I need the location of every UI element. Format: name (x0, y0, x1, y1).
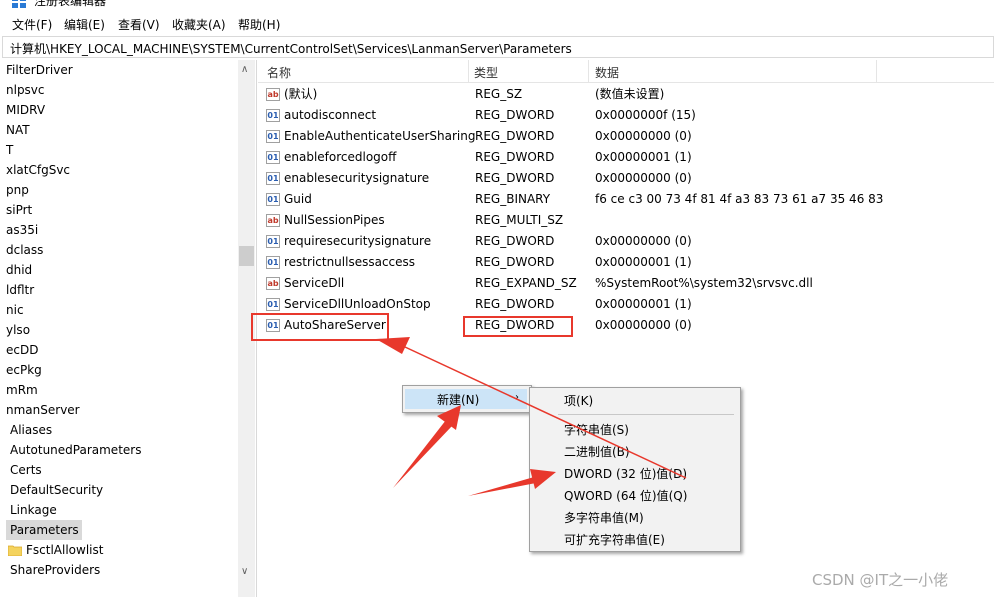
tree-item-lanmanserver[interactable]: nmanServer (6, 400, 80, 420)
column-divider[interactable] (876, 60, 877, 82)
menu-item-key[interactable]: 项(K) (564, 392, 593, 409)
menu-item-multi-string-value[interactable]: 多字符串值(M) (564, 509, 644, 526)
binary-value-icon: 01 (266, 130, 280, 143)
watermark: CSDN @IT之一小佬 (812, 571, 949, 589)
binary-value-icon: 01 (266, 235, 280, 248)
table-row[interactable]: 01 ServiceDllUnloadOnStop REG_DWORD 0x00… (258, 294, 994, 315)
address-bar[interactable]: 计算机\HKEY_LOCAL_MACHINE\SYSTEM\CurrentCon… (2, 36, 994, 58)
menu-favorites[interactable]: 收藏夹(A) (172, 16, 226, 33)
binary-value-icon: 01 (266, 172, 280, 185)
tree-item[interactable]: siPrt (6, 200, 32, 220)
table-row[interactable]: ab ServiceDll REG_EXPAND_SZ %SystemRoot%… (258, 273, 994, 294)
tree-item[interactable]: Linkage (10, 500, 57, 520)
binary-value-icon: 01 (266, 151, 280, 164)
tree-item[interactable]: mRm (6, 380, 38, 400)
menu-item-qword-value[interactable]: QWORD (64 位)值(Q) (564, 487, 687, 504)
window-title: 注册表编辑器 (34, 0, 107, 8)
table-row[interactable]: 01 requiresecuritysignature REG_DWORD 0x… (258, 231, 994, 252)
key-tree: FilterDriver nlpsvc MIDRV NAT T xlatCfgS… (0, 60, 257, 597)
tree-item[interactable]: ecDD (6, 340, 38, 360)
tree-item[interactable]: ldfltr (6, 280, 34, 300)
binary-value-icon: 01 (266, 193, 280, 206)
string-value-icon: ab (266, 277, 280, 290)
tree-item[interactable]: NAT (6, 120, 30, 140)
menu-item-new[interactable]: 新建(N) › (405, 389, 527, 409)
binary-value-icon: 01 (266, 109, 280, 122)
menu-item-expandable-string-value[interactable]: 可扩充字符串值(E) (564, 531, 665, 548)
scroll-down-icon[interactable]: ∨ (241, 566, 248, 577)
menu-item-binary-value[interactable]: 二进制值(B) (564, 443, 630, 460)
tree-item-fsctlallowlist[interactable]: FsctlAllowlist (26, 540, 103, 560)
regedit-app-icon (12, 0, 26, 8)
menu-separator (558, 414, 734, 415)
title-bar: 注册表编辑器 (0, 0, 994, 12)
highlight-box-type (463, 316, 573, 337)
column-type[interactable]: 类型 (474, 64, 498, 81)
context-menu: 新建(N) › (402, 385, 532, 413)
tree-item-shareproviders[interactable]: ShareProviders (10, 560, 100, 580)
menu-view[interactable]: 查看(V) (118, 16, 160, 33)
highlight-box-name (251, 313, 389, 341)
tree-item[interactable]: ylso (6, 320, 30, 340)
table-row[interactable]: 01 Guid REG_BINARY f6 ce c3 00 73 4f 81 … (258, 189, 994, 210)
folder-icon (8, 545, 22, 556)
menu-edit[interactable]: 编辑(E) (64, 16, 105, 33)
table-row[interactable]: 01 restrictnullsessaccess REG_DWORD 0x00… (258, 252, 994, 273)
menu-help[interactable]: 帮助(H) (238, 16, 280, 33)
menu-file[interactable]: 文件(F) (12, 16, 52, 33)
table-row[interactable]: 01 autodisconnect REG_DWORD 0x0000000f (… (258, 105, 994, 126)
tree-item[interactable]: FilterDriver (6, 60, 73, 80)
menu-item-dword-value[interactable]: DWORD (32 位)值(D) (564, 465, 687, 482)
tree-item[interactable]: Certs (10, 460, 42, 480)
column-divider[interactable] (588, 60, 589, 82)
column-divider[interactable] (468, 60, 469, 82)
scroll-thumb[interactable] (239, 246, 254, 266)
submenu-arrow-icon: › (515, 392, 519, 403)
table-row[interactable]: ab NullSessionPipes REG_MULTI_SZ (258, 210, 994, 231)
address-path[interactable]: 计算机\HKEY_LOCAL_MACHINE\SYSTEM\CurrentCon… (10, 40, 572, 57)
tree-item[interactable]: AutotunedParameters (10, 440, 141, 460)
tree-item[interactable]: pnp (6, 180, 29, 200)
menu-bar: 文件(F) 编辑(E) 查看(V) 收藏夹(A) 帮助(H) (0, 13, 994, 35)
tree-item[interactable]: xlatCfgSvc (6, 160, 70, 180)
table-row[interactable]: 01 enablesecuritysignature REG_DWORD 0x0… (258, 168, 994, 189)
tree-item[interactable]: dclass (6, 240, 43, 260)
string-value-icon: ab (266, 88, 280, 101)
menu-item-string-value[interactable]: 字符串值(S) (564, 421, 629, 438)
table-row[interactable]: 01 enableforcedlogoff REG_DWORD 0x000000… (258, 147, 994, 168)
tree-item[interactable]: nlpsvc (6, 80, 45, 100)
new-submenu: 项(K) 字符串值(S) 二进制值(B) DWORD (32 位)值(D) QW… (529, 387, 741, 552)
list-header: 名称 类型 数据 (258, 60, 994, 83)
tree-item[interactable]: Aliases (10, 420, 52, 440)
table-row[interactable]: 01 EnableAuthenticateUserSharing REG_DWO… (258, 126, 994, 147)
column-data[interactable]: 数据 (595, 64, 619, 81)
tree-item[interactable]: ecPkg (6, 360, 42, 380)
tree-item[interactable]: T (6, 140, 13, 160)
binary-value-icon: 01 (266, 256, 280, 269)
tree-item[interactable]: MIDRV (6, 100, 45, 120)
table-row[interactable]: ab (默认) REG_SZ (数值未设置) (258, 84, 994, 105)
binary-value-icon: 01 (266, 298, 280, 311)
tree-item[interactable]: DefaultSecurity (10, 480, 103, 500)
scroll-up-icon[interactable]: ∧ (241, 64, 248, 75)
tree-item[interactable]: nic (6, 300, 24, 320)
tree-item[interactable]: dhid (6, 260, 32, 280)
tree-item-parameters-selected[interactable]: Parameters (6, 520, 82, 540)
tree-item[interactable]: as35i (6, 220, 38, 240)
string-value-icon: ab (266, 214, 280, 227)
column-name[interactable]: 名称 (267, 64, 291, 81)
